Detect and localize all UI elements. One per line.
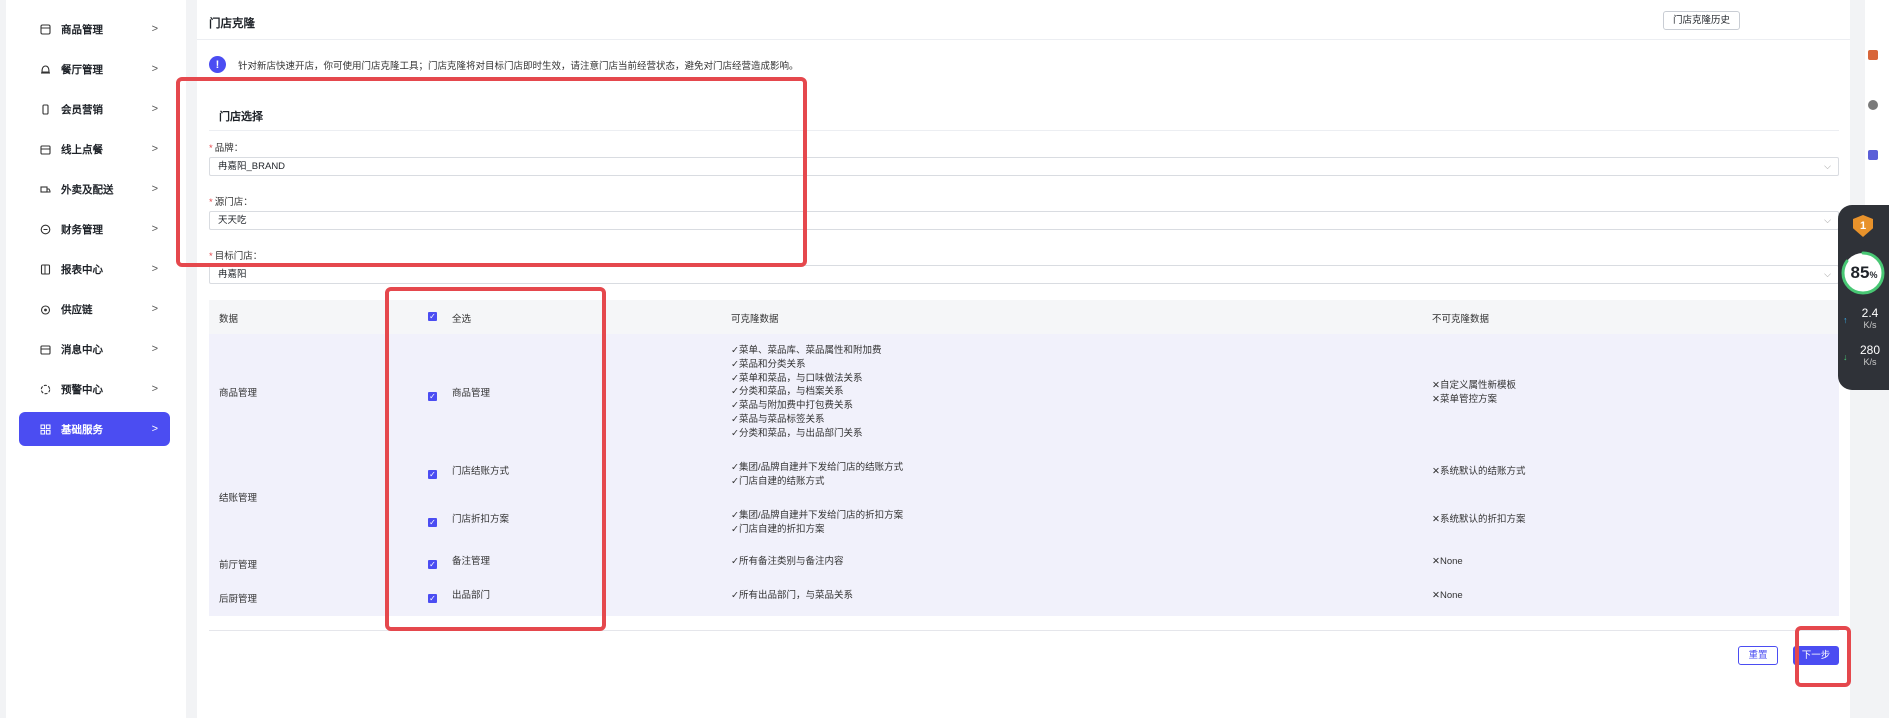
chevron-right-icon: >	[151, 143, 158, 155]
not-cloneable-list: ✕系统默认的结账方式	[1432, 466, 1526, 477]
sidebar-item-goods[interactable]: 商品管理 >	[19, 12, 170, 46]
info-icon: !	[209, 56, 226, 73]
download-speed: 280 K/s	[1859, 343, 1881, 367]
sidebar: 商品管理 > 餐厅管理 > 会员营销 > 线上点餐 > 外卖及配送 > 财务管理…	[6, 0, 186, 718]
chevron-right-icon: >	[151, 103, 158, 115]
sidebar-item-label: 报表中心	[61, 263, 103, 276]
highlight-store-selection	[176, 77, 807, 267]
chevron-right-icon: >	[151, 263, 158, 275]
download-arrow-icon: ↓	[1843, 352, 1848, 362]
upload-arrow-icon: ↑	[1843, 315, 1848, 325]
sidebar-item-alert[interactable]: 预警中心 >	[19, 372, 170, 406]
chevron-down-icon: ⌵	[1824, 269, 1831, 279]
not-cloneable-list: ✕系统默认的折扣方案	[1432, 514, 1526, 525]
info-notice: ! 针对新店快速开店，你可使用门店克隆工具；门店克隆将对目标门店即时生效，请注意…	[209, 56, 799, 73]
highlight-checkbox-column	[385, 287, 606, 631]
system-monitor-widget[interactable]: 1 85% ↑ 2.4 K/s ↓ 280 K/s	[1838, 205, 1889, 390]
chevron-right-icon: >	[151, 303, 158, 315]
chevron-down-icon: ⌵	[1824, 161, 1831, 171]
sidebar-item-online-order[interactable]: 线上点餐 >	[19, 132, 170, 166]
level-badge-icon: 1	[1853, 215, 1873, 237]
not-cloneable-list: ✕自定义属性新模板 ✕菜单管控方案	[1432, 380, 1516, 405]
upload-speed: 2.4 K/s	[1861, 306, 1879, 330]
app-icon	[1868, 150, 1878, 160]
sidebar-item-basic-service[interactable]: 基础服务 >	[19, 412, 170, 446]
money-icon	[39, 223, 51, 235]
group-goods: 商品管理	[219, 388, 258, 399]
sidebar-item-label: 预警中心	[61, 383, 103, 396]
sidebar-item-label: 消息中心	[61, 343, 103, 356]
calendar-icon	[39, 143, 51, 155]
page-title: 门店克隆	[209, 18, 255, 30]
sidebar-item-supply-chain[interactable]: 供应链 >	[19, 292, 170, 326]
not-cloneable-list: ✕None	[1432, 556, 1463, 567]
chevron-right-icon: >	[151, 183, 158, 195]
highlight-next-button	[1795, 626, 1851, 687]
chevron-down-icon: ⌵	[1824, 215, 1831, 225]
target-store-select[interactable]: 冉嘉阳 ⌵	[209, 265, 1839, 284]
cloneable-list: ✓所有备注类别与备注内容	[731, 556, 844, 567]
cloneable-list: ✓集团/品牌自建并下发给门店的结账方式 ✓门店自建的结账方式	[731, 462, 904, 487]
right-toolbar-strip	[1865, 0, 1889, 205]
group-front-hall: 前厅管理	[219, 560, 258, 571]
sidebar-item-message[interactable]: 消息中心 >	[19, 332, 170, 366]
chevron-right-icon: >	[151, 63, 158, 75]
group-kitchen: 后厨管理	[219, 594, 258, 605]
sidebar-item-label: 供应链	[61, 303, 93, 316]
sidebar-item-label: 线上点餐	[61, 143, 103, 156]
sidebar-item-label: 基础服务	[61, 423, 103, 436]
link-icon	[39, 303, 51, 315]
sidebar-item-finance[interactable]: 财务管理 >	[19, 212, 170, 246]
sidebar-item-restaurant[interactable]: 餐厅管理 >	[19, 52, 170, 86]
alert-icon	[39, 383, 51, 395]
chevron-right-icon: >	[151, 23, 158, 35]
column-header-cloneable: 可克隆数据	[731, 314, 779, 325]
cloneable-list: ✓菜单、菜品库、菜品属性和附加费 ✓菜品和分类关系 ✓菜单和菜品，与口味做法关系…	[731, 345, 882, 439]
cloneable-list: ✓所有出品部门，与菜品关系	[731, 590, 853, 601]
notice-text: 针对新店快速开店，你可使用门店克隆工具；门店克隆将对目标门店即时生效，请注意门店…	[238, 60, 799, 72]
report-icon	[39, 263, 51, 275]
chevron-right-icon: >	[151, 383, 158, 395]
sidebar-item-label: 商品管理	[61, 23, 103, 36]
sidebar-item-member[interactable]: 会员营销 >	[19, 92, 170, 126]
gift-icon	[1868, 50, 1878, 60]
not-cloneable-list: ✕None	[1432, 590, 1463, 601]
usage-percent: 85%	[1850, 263, 1878, 282]
chevron-right-icon: >	[151, 223, 158, 235]
clone-history-button[interactable]: 门店克隆历史	[1662, 11, 1740, 30]
sidebar-item-report[interactable]: 报表中心 >	[19, 252, 170, 286]
chevron-right-icon: >	[151, 423, 158, 435]
column-header-data: 数据	[219, 314, 239, 325]
sidebar-item-label: 餐厅管理	[61, 63, 103, 76]
cloneable-list: ✓集团/品牌自建并下发给门店的折扣方案 ✓门店自建的折扣方案	[731, 510, 904, 535]
box-icon	[39, 23, 51, 35]
grid-icon	[39, 423, 51, 435]
sidebar-item-label: 外卖及配送	[61, 183, 114, 196]
bell-icon	[39, 63, 51, 75]
message-icon	[39, 343, 51, 355]
target-store-value: 冉嘉阳	[218, 269, 247, 280]
group-checkout: 结账管理	[219, 493, 258, 504]
panel-header: 门店克隆 门店克隆历史	[197, 0, 1850, 40]
truck-icon	[39, 183, 51, 195]
phone-icon	[39, 103, 51, 115]
sidebar-item-delivery[interactable]: 外卖及配送 >	[19, 172, 170, 206]
user-icon	[1868, 100, 1878, 110]
reset-button[interactable]: 重置	[1738, 646, 1778, 665]
column-header-not-cloneable: 不可克隆数据	[1432, 314, 1490, 325]
sidebar-item-label: 会员营销	[61, 103, 103, 116]
chevron-right-icon: >	[151, 343, 158, 355]
sidebar-item-label: 财务管理	[61, 223, 103, 236]
